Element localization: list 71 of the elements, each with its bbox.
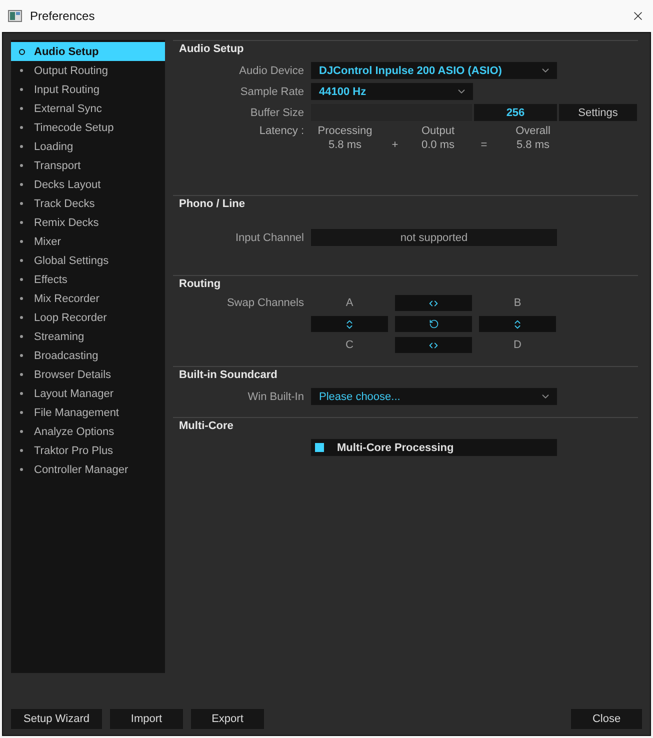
channel-label: C: [344, 338, 354, 353]
channel-label: D: [512, 338, 522, 353]
sidebar-item[interactable]: Input Routing: [11, 80, 165, 99]
field-label: Input Channel: [234, 232, 304, 244]
settings-button[interactable]: Settings: [559, 104, 637, 121]
sidebar-item[interactable]: Streaming: [11, 327, 165, 346]
equals-sign: =: [480, 139, 488, 151]
latency-label: Latency :: [258, 125, 304, 137]
channel-label: B: [512, 296, 522, 311]
latency-value: 5.8 ms: [327, 139, 362, 151]
multi-core-checkbox[interactable]: Multi-Core Processing: [311, 439, 557, 456]
win-builtin-dropdown[interactable]: Please choose...: [311, 388, 557, 405]
sidebar-item[interactable]: Track Decks: [11, 194, 165, 213]
sidebar-item[interactable]: Audio Setup: [11, 42, 165, 61]
swap-horizontal-button[interactable]: [395, 337, 472, 353]
section-title: Phono / Line: [179, 198, 246, 210]
sidebar-item[interactable]: Browser Details: [11, 365, 165, 384]
field-label: Win Built-In: [246, 390, 304, 402]
latency-value: 0.0 ms: [420, 139, 456, 151]
up-down-chevrons-icon: [344, 318, 355, 330]
section-title: Routing: [179, 278, 222, 290]
sidebar-item[interactable]: External Sync: [11, 99, 165, 118]
rotate-icon: [428, 319, 438, 329]
reset-button[interactable]: [395, 316, 472, 332]
footer-button[interactable]: Setup Wizard: [11, 709, 102, 729]
app-icon: [8, 10, 22, 22]
sidebar-item[interactable]: Loop Recorder: [11, 308, 165, 327]
plus-sign: +: [390, 139, 400, 151]
close-button[interactable]: Close: [571, 709, 642, 729]
footer-button[interactable]: Import: [110, 709, 183, 729]
footer-button[interactable]: Export: [191, 709, 264, 729]
field-label: Sample Rate: [239, 86, 304, 98]
sidebar-item[interactable]: Output Routing: [11, 61, 165, 80]
swap-horizontal-button[interactable]: [395, 295, 472, 311]
channel-label: A: [344, 296, 354, 311]
sidebar-item[interactable]: Traktor Pro Plus: [11, 441, 165, 460]
sidebar-item[interactable]: File Management: [11, 403, 165, 422]
left-right-chevrons-icon: [428, 340, 439, 350]
sidebar-item[interactable]: Mix Recorder: [11, 289, 165, 308]
sample-rate-dropdown[interactable]: 44100 Hz: [311, 83, 473, 100]
left-right-chevrons-icon: [428, 298, 439, 308]
latency-value: 5.8 ms: [515, 139, 550, 151]
window-title: Preferences: [30, 9, 96, 23]
section-title: Built-in Soundcard: [179, 369, 278, 381]
sidebar-item[interactable]: Decks Layout: [11, 175, 165, 194]
sidebar-item[interactable]: Broadcasting: [11, 346, 165, 365]
up-down-chevrons-icon: [512, 318, 523, 330]
latency-heading: Processing: [316, 125, 374, 137]
section-title: Audio Setup: [179, 43, 245, 55]
sidebar-item[interactable]: Mixer: [11, 232, 165, 251]
field-label: Buffer Size: [249, 106, 304, 118]
sidebar-item[interactable]: Global Settings: [11, 251, 165, 270]
sidebar-item[interactable]: Analyze Options: [11, 422, 165, 441]
swap-vertical-button[interactable]: [479, 316, 556, 332]
sidebar-item[interactable]: Controller Manager: [11, 460, 165, 479]
latency-heading: Overall: [514, 125, 552, 137]
sidebar-item[interactable]: Effects: [11, 270, 165, 289]
swap-vertical-button[interactable]: [311, 316, 388, 332]
sidebar-item[interactable]: Layout Manager: [11, 384, 165, 403]
close-icon[interactable]: [631, 9, 645, 23]
input-channel-field: not supported: [311, 229, 557, 246]
sidebar-item[interactable]: Remix Decks: [11, 213, 165, 232]
sidebar-item[interactable]: Timecode Setup: [11, 118, 165, 137]
audio-device-dropdown[interactable]: DJControl Inpulse 200 ASIO (ASIO): [311, 62, 557, 79]
field-label: Audio Device: [238, 64, 304, 76]
sidebar-item[interactable]: Transport: [11, 156, 165, 175]
buffer-size-value[interactable]: 256: [474, 104, 557, 121]
sidebar-item[interactable]: Loading: [11, 137, 165, 156]
section-title: Multi-Core: [179, 420, 234, 432]
latency-heading: Output: [420, 125, 456, 137]
field-label: Swap Channels: [226, 296, 304, 311]
